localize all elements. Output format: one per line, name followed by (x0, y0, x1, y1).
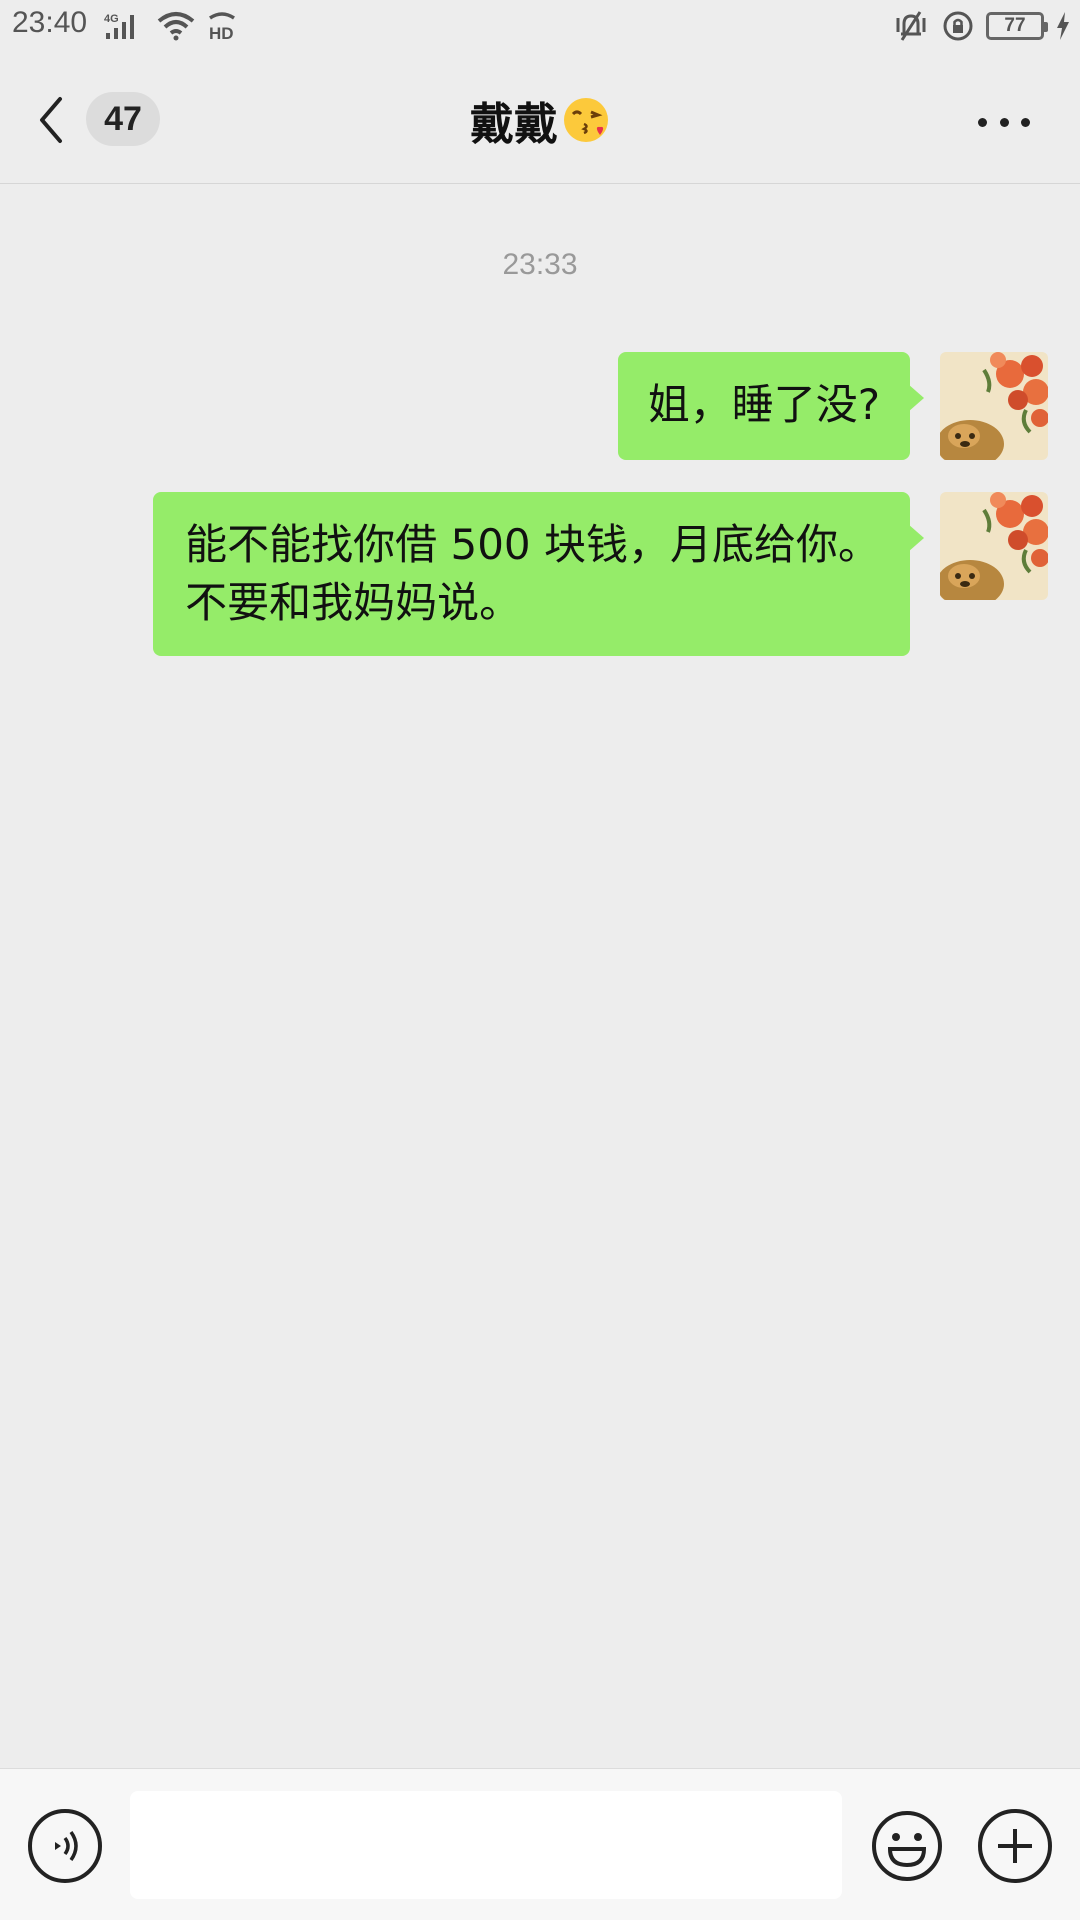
wifi-icon (157, 12, 195, 41)
chat-header: 47 戴戴 (0, 56, 1080, 184)
avatar[interactable] (940, 492, 1048, 600)
more-icon-dot (978, 117, 987, 127)
title-wrap: 戴戴 (0, 88, 1080, 152)
message-bubble[interactable]: 能不能找你借 500 块钱，月底给你。 不要和我妈妈说。 (153, 492, 924, 656)
voice-icon (55, 1830, 78, 1862)
avatar-image (940, 352, 1048, 460)
emoji-button[interactable] (870, 1809, 944, 1883)
page-title: 戴戴 (470, 99, 558, 150)
vibrate-icon (896, 11, 926, 41)
status-left-icons: 4G HD (104, 10, 238, 42)
message-input[interactable] (130, 1791, 842, 1899)
battery-level: 77 (1004, 15, 1026, 36)
status-bar: 23:40 4G HD 77 (0, 0, 1080, 56)
avatar-image (940, 492, 1048, 600)
battery-icon: 77 (986, 12, 1048, 40)
message-row: 能不能找你借 500 块钱，月底给你。 不要和我妈妈说。 (153, 492, 1048, 656)
hd-call-icon: HD (209, 12, 235, 42)
message-bubble[interactable]: 姐，睡了没? (617, 352, 925, 460)
avatar[interactable] (940, 352, 1048, 460)
status-time: 23:40 (12, 6, 88, 39)
kiss-emoji-icon (564, 98, 608, 142)
chat-screen: 23:40 4G HD 77 47 戴戴 23:33 姐，睡了没? 能不能找你借… (0, 0, 1080, 1920)
message-text-line: 能不能找你借 500 块钱，月底给你。 (185, 520, 880, 569)
charging-icon (1057, 12, 1069, 40)
network-type-label: 4G (104, 13, 119, 25)
chat-timestamp: 23:33 (502, 248, 578, 281)
rotation-lock-icon (943, 11, 973, 41)
message-text-line: 不要和我妈妈说。 (185, 578, 522, 627)
hd-label: HD (209, 24, 234, 42)
more-icon-dot (1021, 117, 1030, 127)
more-icon-dot (999, 117, 1009, 127)
status-right-icons: 77 (892, 10, 1070, 42)
message-text: 姐，睡了没? (647, 380, 880, 429)
emoji-icon (872, 1811, 942, 1881)
signal-icon: 4G (104, 13, 134, 39)
voice-button[interactable] (28, 1809, 102, 1883)
plus-button[interactable] (978, 1809, 1052, 1883)
input-bar (0, 1768, 1080, 1920)
message-row: 姐，睡了没? (617, 352, 1048, 460)
more-button[interactable] (978, 114, 1030, 130)
